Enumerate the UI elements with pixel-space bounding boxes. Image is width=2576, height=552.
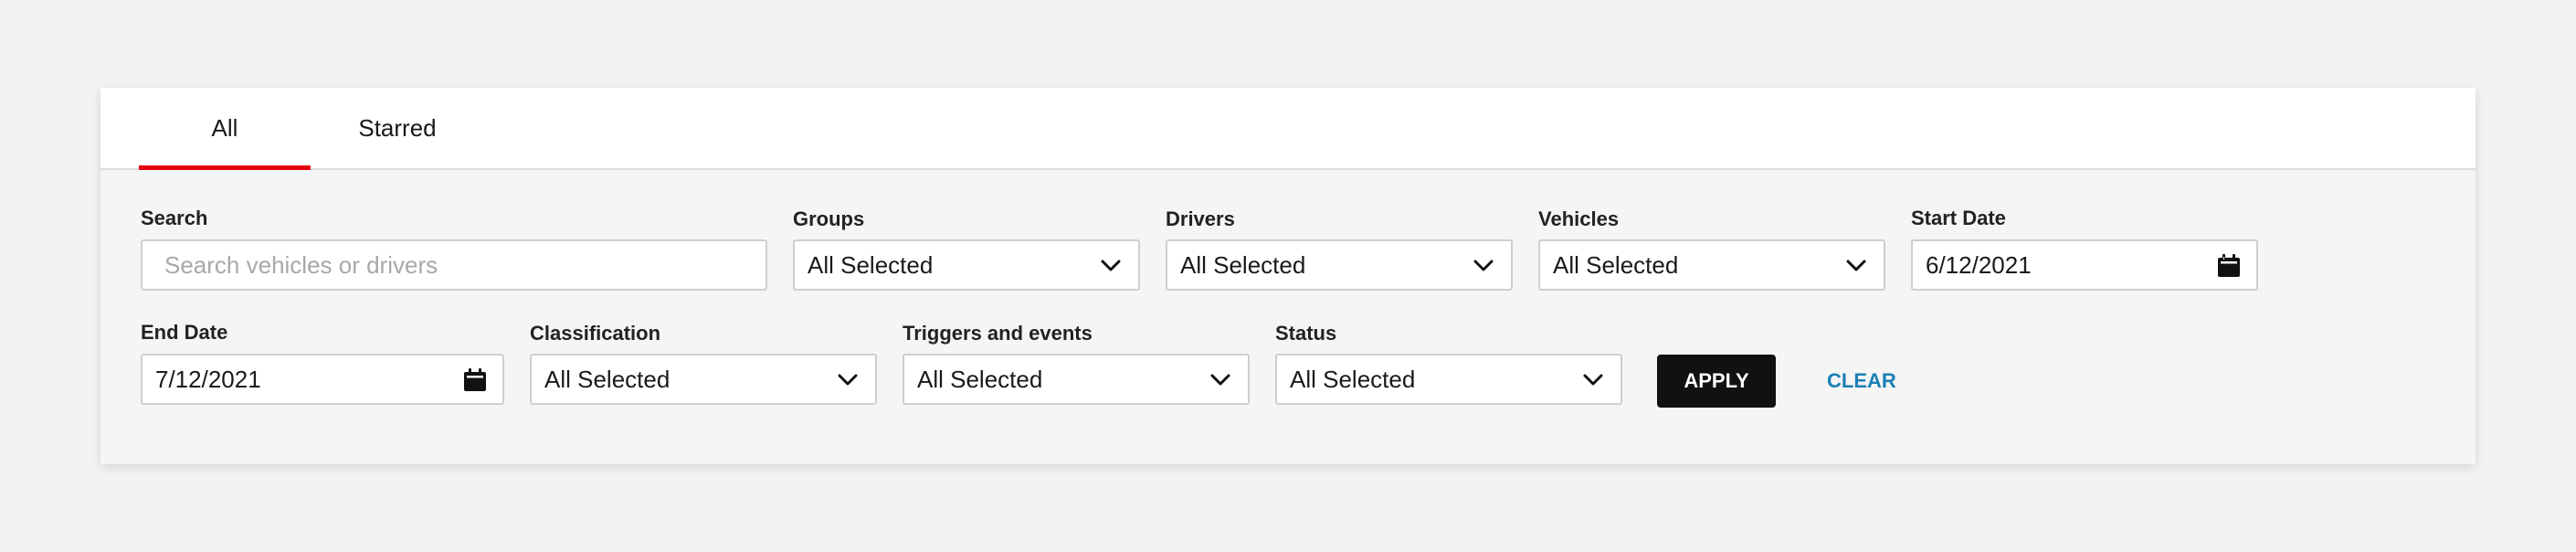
clear-button[interactable]: CLEAR: [1827, 355, 1896, 408]
drivers-select[interactable]: All Selected: [1166, 239, 1513, 291]
chevron-down-icon: [1583, 374, 1603, 386]
status-value: All Selected: [1290, 366, 1416, 393]
apply-button[interactable]: APPLY: [1657, 355, 1776, 408]
classification-value: All Selected: [544, 366, 670, 393]
triggers-value: All Selected: [917, 366, 1043, 393]
end-date-value: 7/12/2021: [155, 366, 261, 393]
triggers-label: Triggers and events: [903, 322, 1093, 345]
classification-label: Classification: [530, 322, 661, 345]
groups-select[interactable]: All Selected: [793, 239, 1140, 291]
classification-select[interactable]: All Selected: [530, 354, 877, 405]
chevron-down-icon: [1101, 260, 1121, 271]
vehicles-label: Vehicles: [1538, 207, 1620, 230]
drivers-label: Drivers: [1166, 207, 1235, 230]
search-label: Search: [141, 207, 208, 229]
status-label: Status: [1275, 322, 1337, 345]
calendar-icon[interactable]: [2216, 253, 2242, 279]
start-date-input[interactable]: 6/12/2021: [1911, 239, 2258, 291]
end-date-label: End Date: [141, 321, 228, 344]
groups-label: Groups: [793, 207, 865, 230]
end-date-input[interactable]: 7/12/2021: [141, 354, 504, 405]
search-input[interactable]: Search vehicles or drivers: [141, 239, 767, 291]
start-date-label: Start Date: [1911, 207, 2006, 229]
groups-value: All Selected: [808, 251, 934, 279]
tab-starred[interactable]: Starred: [311, 88, 484, 168]
chevron-down-icon: [838, 374, 858, 386]
tab-bar: All Starred: [100, 88, 2476, 170]
calendar-icon[interactable]: [462, 367, 488, 393]
vehicles-select[interactable]: All Selected: [1538, 239, 1885, 291]
status-select[interactable]: All Selected: [1275, 354, 1622, 405]
triggers-select[interactable]: All Selected: [903, 354, 1250, 405]
vehicles-value: All Selected: [1553, 251, 1679, 279]
chevron-down-icon: [1210, 374, 1230, 386]
drivers-value: All Selected: [1180, 251, 1306, 279]
filter-panel: All Starred Search Search vehicles or dr…: [100, 88, 2476, 464]
start-date-value: 6/12/2021: [1926, 251, 2032, 279]
search-placeholder: Search vehicles or drivers: [164, 251, 438, 279]
tab-all[interactable]: All: [139, 88, 311, 170]
chevron-down-icon: [1473, 260, 1494, 271]
chevron-down-icon: [1846, 260, 1866, 271]
